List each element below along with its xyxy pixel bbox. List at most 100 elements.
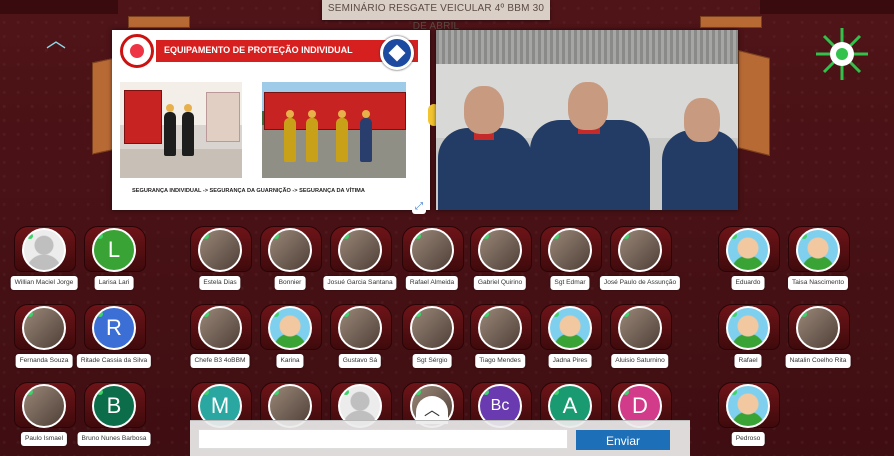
participant-avatar[interactable]	[22, 384, 66, 428]
presenter-center	[524, 60, 654, 210]
online-status-dot	[483, 311, 489, 317]
participant-name: Pedroso	[731, 432, 765, 446]
top-strip-right	[760, 0, 894, 14]
online-status-dot	[623, 233, 629, 239]
online-status-dot	[731, 233, 737, 239]
online-status-dot	[553, 233, 559, 239]
participant-name: Paulo Ismael	[20, 432, 68, 446]
participant-avatar[interactable]	[478, 228, 522, 272]
online-status-dot	[97, 311, 103, 317]
online-status-dot	[801, 311, 807, 317]
online-status-dot	[27, 311, 33, 317]
participant-name: Rafael	[734, 354, 762, 368]
online-status-dot	[203, 389, 209, 395]
online-status-dot	[415, 389, 421, 395]
online-status-dot	[415, 311, 421, 317]
participant-avatar[interactable]	[478, 306, 522, 350]
participant-name: Eduardo	[731, 276, 765, 290]
online-status-dot	[553, 311, 559, 317]
avatar-initial: L	[107, 237, 121, 262]
participant-avatar[interactable]	[618, 228, 662, 272]
online-status-dot	[343, 311, 349, 317]
participant-avatar[interactable]	[410, 306, 454, 350]
firefighter-figure	[360, 110, 372, 162]
participant-name: Ritade Cassia da Silva	[76, 354, 152, 368]
stage-beam	[128, 16, 190, 28]
online-status-dot	[731, 389, 737, 395]
participant-avatar[interactable]	[548, 306, 592, 350]
firefighter-figure	[182, 104, 194, 156]
participant-avatar[interactable]	[198, 228, 242, 272]
participant-name: Willian Maciel Jorge	[10, 276, 78, 290]
online-status-dot	[553, 389, 559, 395]
online-status-dot	[623, 389, 629, 395]
participant-avatar[interactable]	[618, 306, 662, 350]
avatar-initial: B	[106, 393, 122, 418]
firefighter-figure	[306, 110, 318, 162]
participant-avatar[interactable]: B	[92, 384, 136, 428]
rescue-badge-icon	[380, 36, 414, 70]
chat-message-input[interactable]	[198, 429, 568, 449]
scroll-up-chevron-icon[interactable]: ︿	[44, 31, 68, 51]
window-blind	[436, 30, 738, 64]
fire-truck-icon	[124, 90, 162, 144]
online-status-dot	[343, 389, 349, 395]
chat-bar: Enviar	[190, 420, 690, 456]
slide-photo-team	[262, 82, 406, 178]
participant-name: Tiago Mendes	[475, 354, 525, 368]
firefighter-figure	[336, 110, 348, 162]
presenter-left	[436, 60, 536, 210]
participant-name: Jadna Pires	[548, 354, 592, 368]
participant-avatar[interactable]	[338, 306, 382, 350]
participant-name: Gabriel Quirino	[473, 276, 527, 290]
avatar-initial: D	[632, 393, 648, 418]
avatar-initial: Bc	[490, 397, 510, 414]
participant-name: Josué Garcia Santana	[323, 276, 397, 290]
participant-avatar[interactable]	[22, 228, 66, 272]
presentation-slide: EQUIPAMENTO DE PROTEÇÃO INDIVIDUAL SEGUR…	[112, 30, 430, 210]
participant-name: Bonnier	[274, 276, 306, 290]
participant-avatar[interactable]	[268, 228, 312, 272]
online-status-dot	[623, 311, 629, 317]
participant-name: Karina	[276, 354, 304, 368]
participant-avatar[interactable]	[796, 228, 840, 272]
firefighter-figure	[284, 110, 296, 162]
slide-caption: SEGURANÇA INDIVIDUAL -> SEGURANÇA DA GUA…	[132, 188, 365, 194]
expand-slide-icon[interactable]: ⤢	[412, 200, 426, 214]
participant-name: Larisa Lari	[94, 276, 134, 290]
firefighter-figure	[164, 104, 176, 156]
top-strip-left	[0, 0, 118, 14]
participant-name: Bruno Nunes Barbosa	[77, 432, 151, 446]
send-button[interactable]: Enviar	[576, 430, 670, 450]
participant-avatar[interactable]	[338, 228, 382, 272]
participant-avatar[interactable]	[198, 306, 242, 350]
online-status-dot	[27, 233, 33, 239]
participant-avatar[interactable]	[726, 306, 770, 350]
participant-avatar[interactable]: R	[92, 306, 136, 350]
participant-avatar[interactable]	[726, 384, 770, 428]
participant-avatar[interactable]	[726, 228, 770, 272]
participant-avatar[interactable]	[22, 306, 66, 350]
online-status-dot	[203, 311, 209, 317]
online-status-dot	[273, 233, 279, 239]
avatar-initial: R	[106, 315, 122, 340]
online-status-dot	[273, 389, 279, 395]
participant-avatar[interactable]	[796, 306, 840, 350]
participant-avatar[interactable]	[548, 228, 592, 272]
online-status-dot	[203, 233, 209, 239]
presenter-right	[658, 60, 738, 210]
participant-avatar[interactable]: L	[92, 228, 136, 272]
participant-avatar[interactable]	[268, 306, 312, 350]
event-logo-icon	[816, 28, 868, 80]
participant-avatar[interactable]	[410, 228, 454, 272]
participant-name: Rafael Almeida	[405, 276, 459, 290]
online-status-dot	[801, 233, 807, 239]
avatar-initial: A	[562, 393, 578, 418]
participant-name: Taisa Nascimento	[787, 276, 849, 290]
participant-name: Chefe B3 4oBBM	[190, 354, 250, 368]
participant-name: Natalin Coelho Rita	[785, 354, 851, 368]
online-status-dot	[27, 389, 33, 395]
stage-beam	[700, 16, 762, 28]
online-status-dot	[483, 233, 489, 239]
online-status-dot	[731, 311, 737, 317]
